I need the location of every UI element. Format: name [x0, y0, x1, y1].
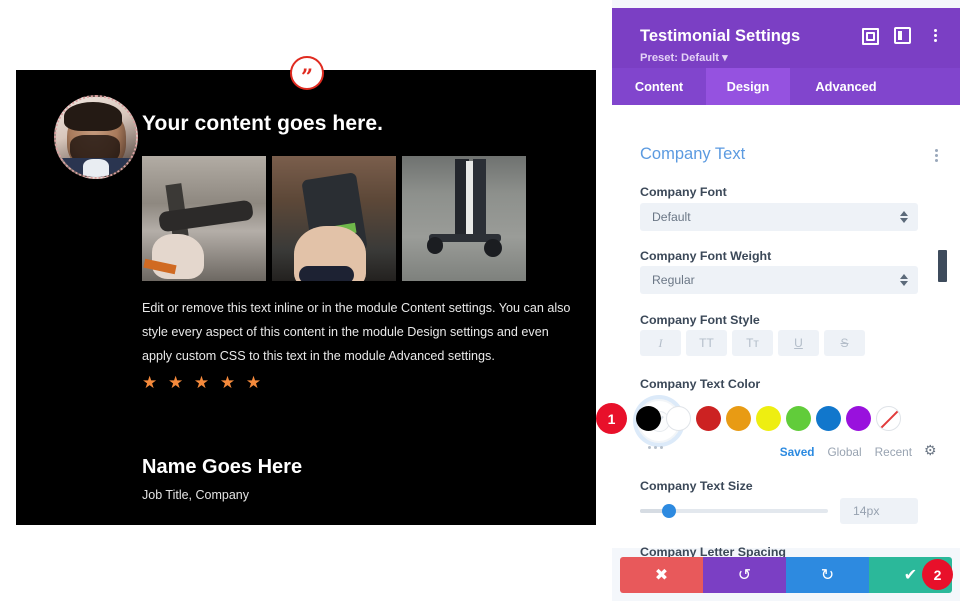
color-tab-recent[interactable]: Recent — [875, 445, 912, 459]
panel-action-bar: ✖ ↺ ↻ ✔ — [620, 557, 952, 593]
module-preview-area: ” Your content goes here. Edit or remove… — [0, 0, 612, 601]
chevron-updown-icon — [900, 274, 908, 286]
avatar — [54, 95, 138, 179]
uppercase-button[interactable]: TT — [686, 330, 727, 356]
more-colors-icon[interactable] — [648, 446, 663, 449]
undo-button[interactable]: ↺ — [703, 557, 786, 593]
panel-title: Testimonial Settings — [640, 27, 801, 45]
panel-scrollbar-thumb[interactable] — [938, 250, 947, 282]
preset-selector[interactable]: Preset: Default ▾ — [640, 51, 728, 64]
quote-mark-icon: ” — [290, 56, 324, 90]
swatch-green[interactable] — [786, 406, 811, 431]
label-company-text-color: Company Text Color — [640, 377, 761, 391]
company-font-weight-select[interactable]: Regular — [640, 266, 918, 294]
gear-icon[interactable] — [924, 442, 938, 459]
color-source-tabs: Saved Global Recent — [780, 442, 938, 460]
swatch-none[interactable] — [876, 406, 901, 431]
testimonial-title[interactable]: Your content goes here. — [142, 112, 383, 136]
color-tab-saved[interactable]: Saved — [780, 445, 815, 459]
color-tab-global[interactable]: Global — [828, 445, 862, 459]
slider-handle[interactable] — [662, 504, 676, 518]
swatch-purple[interactable] — [846, 406, 871, 431]
small-caps-button[interactable]: Tᴛ — [732, 330, 773, 356]
strikethrough-button[interactable]: S — [824, 330, 865, 356]
tab-design[interactable]: Design — [706, 68, 790, 105]
font-style-button-group: I TT Tᴛ U S — [640, 330, 865, 356]
swatch-orange[interactable] — [726, 406, 751, 431]
swatch-white[interactable] — [666, 406, 691, 431]
quote-glyph: ” — [300, 63, 314, 89]
underline-button[interactable]: U — [778, 330, 819, 356]
fullscreen-icon[interactable] — [861, 27, 879, 45]
label-company-text-size: Company Text Size — [640, 479, 753, 493]
panel-header: Testimonial Settings Preset: Default ▾ — [612, 8, 960, 68]
chevron-updown-icon — [900, 211, 908, 223]
company-text-size-slider[interactable] — [640, 504, 828, 518]
screenshot-root: ” Your content goes here. Edit or remove… — [0, 0, 960, 601]
company-font-select[interactable]: Default — [640, 203, 918, 231]
avatar-hair — [64, 101, 122, 131]
testimonial-author-name[interactable]: Name Goes Here — [142, 456, 302, 479]
testimonial-image-row — [142, 156, 526, 281]
scooter-handlebar-photo — [142, 156, 266, 281]
panel-tabs: Content Design Advanced — [612, 68, 960, 105]
testimonial-author-position[interactable]: Job Title, Company — [142, 488, 249, 502]
cancel-button[interactable]: ✖ — [620, 557, 703, 593]
company-font-weight-value: Regular — [652, 273, 695, 287]
label-company-font-weight: Company Font Weight — [640, 249, 772, 263]
tab-content[interactable]: Content — [612, 68, 706, 105]
color-swatch-row — [636, 406, 901, 431]
swatch-blue[interactable] — [816, 406, 841, 431]
swatch-yellow[interactable] — [756, 406, 781, 431]
swatch-red[interactable] — [696, 406, 721, 431]
annotation-marker-2: 2 — [922, 559, 953, 590]
swatch-black[interactable] — [636, 406, 661, 431]
more-options-icon[interactable] — [927, 27, 944, 44]
company-font-value: Default — [652, 210, 691, 224]
redo-button[interactable]: ↻ — [786, 557, 869, 593]
person-riding-scooter-photo — [402, 156, 526, 281]
avatar-shirt — [83, 159, 109, 177]
hand-holding-phone-photo — [272, 156, 396, 281]
rating-stars: ★ ★ ★ ★ ★ — [142, 373, 265, 392]
label-company-font-style: Company Font Style — [640, 313, 760, 327]
testimonial-body-text[interactable]: Edit or remove this text inline or in th… — [142, 296, 578, 368]
italic-button[interactable]: I — [640, 330, 681, 356]
label-company-font: Company Font — [640, 185, 727, 199]
layout-toggle-icon[interactable] — [894, 27, 911, 44]
panel-header-icons — [861, 27, 944, 45]
section-options-icon[interactable] — [935, 149, 938, 162]
section-title-company-text: Company Text — [640, 145, 746, 163]
company-text-size-input[interactable]: 14px — [840, 498, 918, 524]
testimonial-card[interactable]: Your content goes here. Edit or remove t… — [16, 70, 596, 525]
annotation-marker-1: 1 — [596, 403, 627, 434]
tab-advanced[interactable]: Advanced — [790, 68, 902, 105]
company-text-size-value: 14px — [853, 504, 880, 518]
